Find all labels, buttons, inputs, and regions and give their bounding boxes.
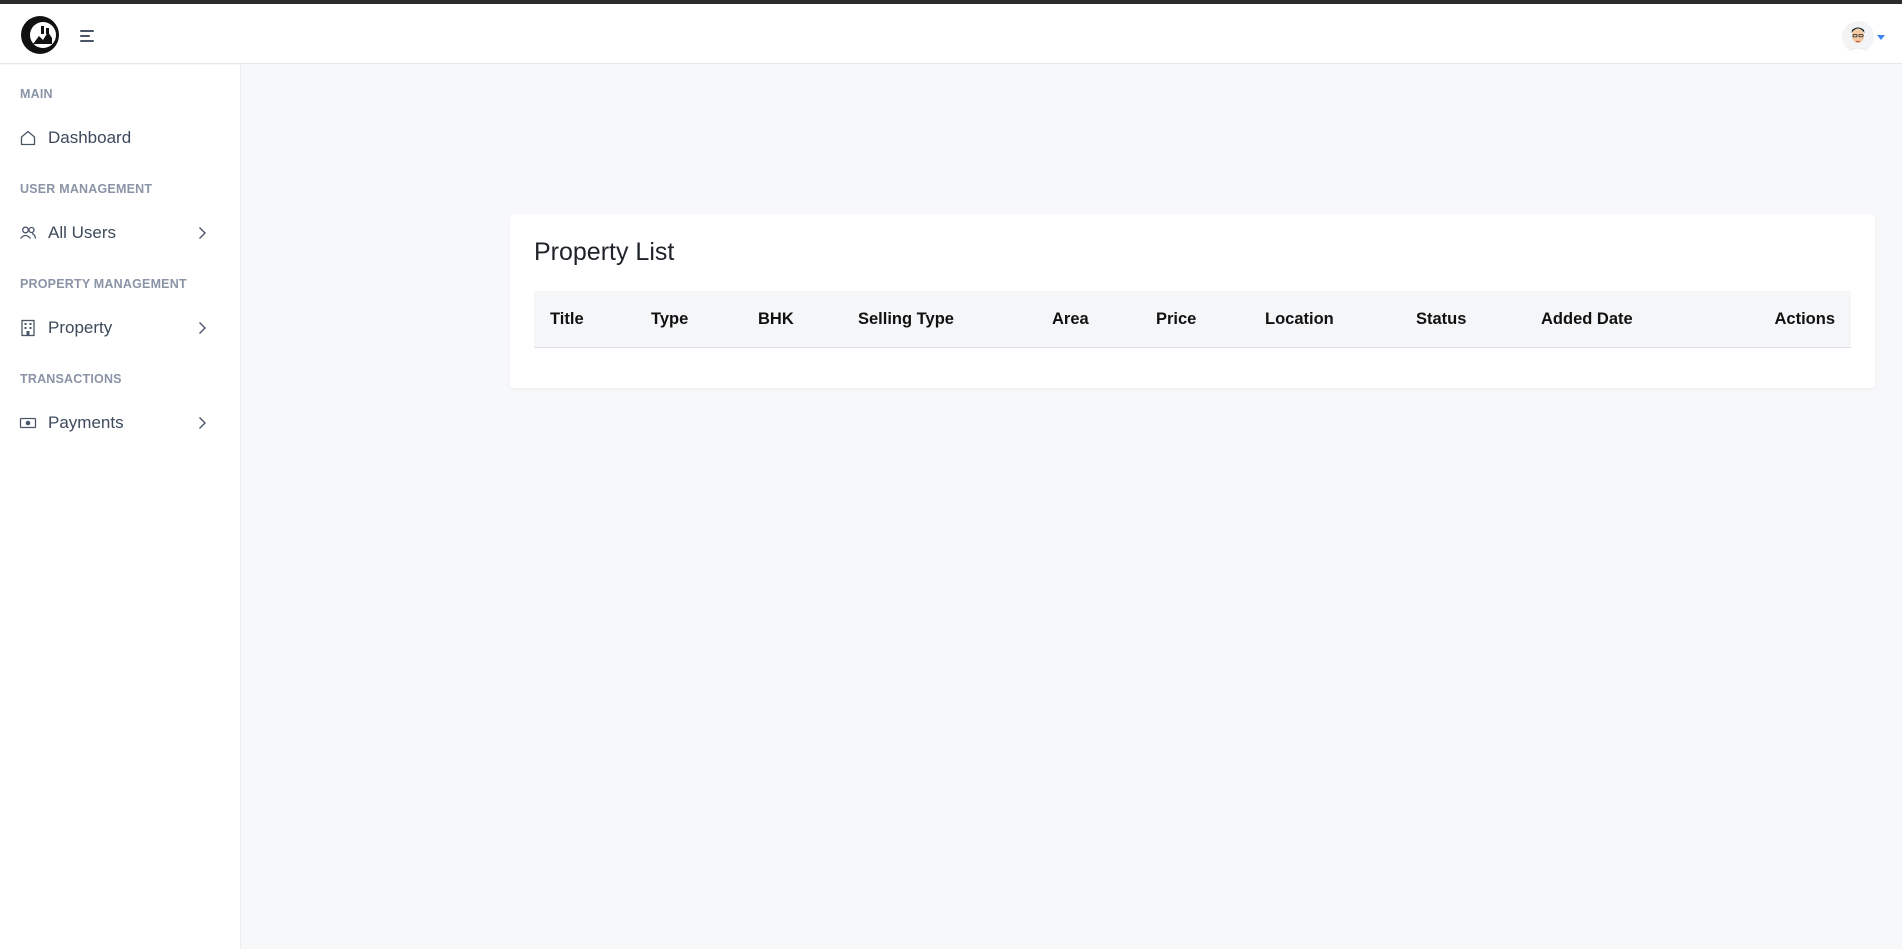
hamburger-menu-icon[interactable] (80, 30, 98, 46)
sidebar-item-dashboard[interactable]: Dashboard (0, 118, 240, 158)
column-header-area[interactable]: Area (1052, 291, 1089, 348)
column-header-added-date[interactable]: Added Date (1541, 291, 1633, 348)
sidebar-item-payments[interactable]: Payments (0, 403, 240, 443)
sidebar-item-property[interactable]: Property (0, 308, 240, 348)
menu-line (80, 30, 94, 32)
user-menu[interactable] (1842, 20, 1885, 54)
column-header-status[interactable]: Status (1416, 291, 1466, 348)
menu-line (80, 39, 94, 42)
column-header-title[interactable]: Title (550, 291, 584, 348)
page-title: Property List (534, 238, 675, 266)
company-logo-icon[interactable] (19, 14, 61, 56)
sidebar-item-all-users[interactable]: All Users (0, 213, 240, 253)
chevron-right-icon (199, 227, 206, 239)
column-header-selling-type[interactable]: Selling Type (858, 291, 954, 348)
chevron-right-icon (199, 322, 206, 334)
sidebar-section-user-management: USER MANAGEMENT (20, 182, 153, 196)
top-header (0, 4, 1902, 64)
sidebar-section-transactions: TRANSACTIONS (20, 372, 122, 386)
chevron-down-icon (1877, 34, 1885, 40)
sidebar-item-label: Property (48, 318, 113, 337)
sidebar-item-label: Payments (48, 413, 124, 432)
column-header-actions: Actions (1774, 310, 1835, 328)
chevron-right-icon (199, 417, 206, 429)
sidebar-section-main: MAIN (20, 87, 53, 101)
menu-line (80, 34, 90, 37)
property-list-card: Property List Title Type BHK Selling Typ… (510, 214, 1875, 388)
sidebar-item-label: All Users (48, 223, 117, 242)
sidebar: MAIN Dashboard USER MANAGEMENT All Users… (0, 65, 241, 949)
sidebar-section-property-management: PROPERTY MANAGEMENT (20, 277, 187, 291)
table-header-row: Title Type BHK Selling Type Area Price L… (534, 291, 1851, 348)
users-icon (20, 226, 37, 239)
money-icon (19, 417, 37, 429)
user-avatar-icon (1842, 21, 1874, 53)
column-header-bhk[interactable]: BHK (758, 291, 794, 348)
column-header-type[interactable]: Type (651, 291, 688, 348)
home-icon (20, 130, 36, 146)
column-header-location[interactable]: Location (1265, 291, 1334, 348)
column-header-price[interactable]: Price (1156, 291, 1196, 348)
sidebar-item-label: Dashboard (48, 128, 132, 147)
building-icon (21, 319, 35, 337)
